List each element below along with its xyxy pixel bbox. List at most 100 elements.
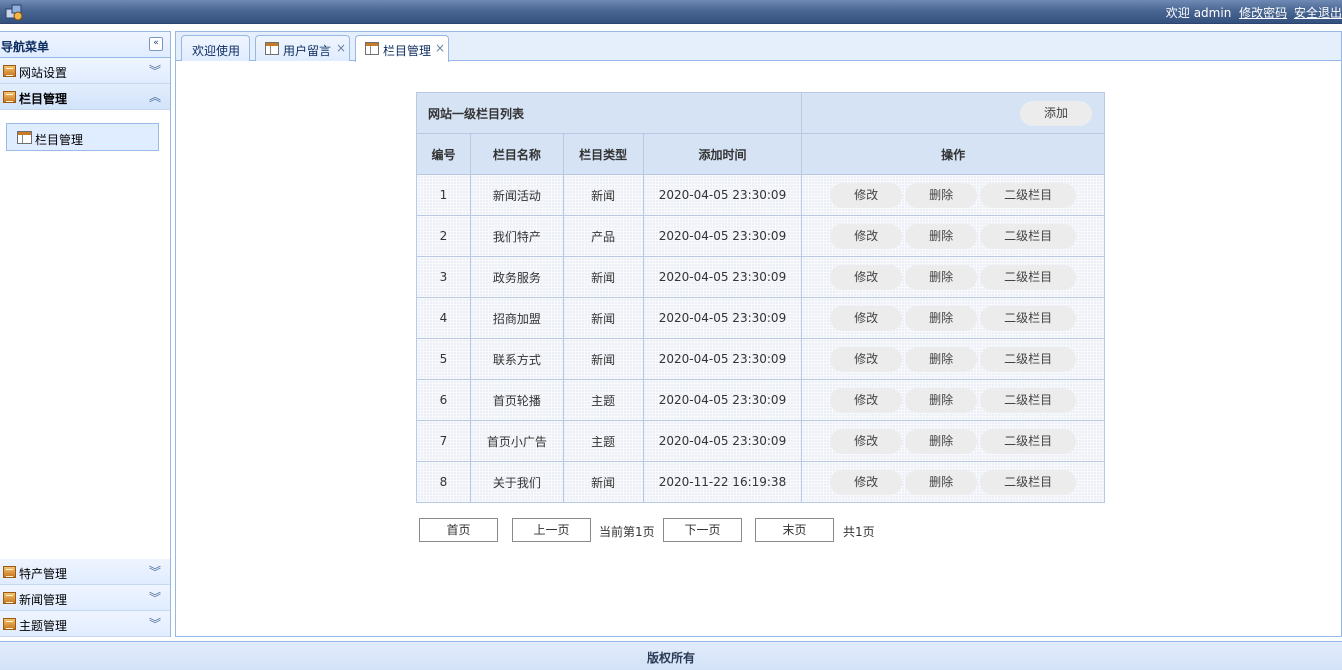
copyright-text: 版权所有 <box>646 651 695 665</box>
delete-button[interactable]: 删除 <box>905 223 978 249</box>
table-row: 4 招商加盟 新闻 2020-04-05 23:30:09 修改 删除 二级栏目 <box>416 297 1105 339</box>
cell-actions: 修改 删除 二级栏目 <box>801 338 1105 380</box>
cell-actions: 修改 删除 二级栏目 <box>801 297 1105 339</box>
cell-id: 1 <box>416 174 471 216</box>
welcome-text: 欢迎 <box>1165 6 1190 20</box>
delete-button[interactable]: 删除 <box>905 305 978 331</box>
sub-column-button[interactable]: 二级栏目 <box>980 346 1077 372</box>
delete-button[interactable]: 删除 <box>905 428 978 454</box>
tab-label: 用户留言 <box>283 44 332 58</box>
top-bar: 欢迎 admin 修改密码 安全退出 <box>0 0 1342 24</box>
cell-actions: 修改 删除 二级栏目 <box>801 215 1105 257</box>
col-header-name: 栏目名称 <box>469 133 564 175</box>
next-page-button[interactable]: 下一页 <box>663 518 742 542</box>
close-icon[interactable]: × <box>435 41 445 55</box>
edit-button[interactable]: 修改 <box>830 428 903 454</box>
table-row: 7 首页小广告 主题 2020-04-05 23:30:09 修改 删除 二级栏目 <box>416 420 1105 462</box>
tab-column-management[interactable]: 栏目管理 × <box>355 35 449 62</box>
sub-column-button[interactable]: 二级栏目 <box>980 305 1077 331</box>
sub-column-button[interactable]: 二级栏目 <box>980 387 1077 413</box>
cell-actions: 修改 删除 二级栏目 <box>801 174 1105 216</box>
nav-section-label: 栏目管理 <box>19 92 68 106</box>
nav-section-specialty-management[interactable]: 特产管理 ︾ <box>0 559 170 585</box>
table-row: 3 政务服务 新闻 2020-04-05 23:30:09 修改 删除 二级栏目 <box>416 256 1105 298</box>
close-icon[interactable]: × <box>336 41 346 55</box>
add-button[interactable]: 添加 <box>1020 100 1092 126</box>
cell-name: 我们特产 <box>469 215 564 257</box>
username: admin <box>1193 6 1232 20</box>
sub-column-button[interactable]: 二级栏目 <box>980 264 1077 290</box>
cell-time: 2020-04-05 23:30:09 <box>642 420 803 462</box>
sub-column-button[interactable]: 二级栏目 <box>980 469 1077 495</box>
table-row: 1 新闻活动 新闻 2020-04-05 23:30:09 修改 删除 二级栏目 <box>416 174 1105 216</box>
cell-type: 主题 <box>562 379 644 421</box>
sidebar-title: 导航菜单 <box>1 40 50 54</box>
nav-section-news-management[interactable]: 新闻管理 ︾ <box>0 585 170 611</box>
prev-page-button[interactable]: 上一页 <box>512 518 591 542</box>
folder-icon <box>3 65 16 77</box>
tab-bar: 欢迎使用 用户留言 × 栏目管理 × <box>176 32 1341 62</box>
edit-button[interactable]: 修改 <box>830 305 903 331</box>
tab-user-messages[interactable]: 用户留言 × <box>255 35 350 61</box>
sub-column-button[interactable]: 二级栏目 <box>980 428 1077 454</box>
delete-button[interactable]: 删除 <box>905 346 978 372</box>
last-page-button[interactable]: 末页 <box>755 518 834 542</box>
cell-time: 2020-04-05 23:30:09 <box>642 379 803 421</box>
cell-id: 8 <box>416 461 471 503</box>
current-page-text: 当前第1页 <box>599 525 655 539</box>
delete-button[interactable]: 删除 <box>905 264 978 290</box>
nav-section-column-management[interactable]: 栏目管理 ︽ <box>0 84 170 110</box>
cell-id: 7 <box>416 420 471 462</box>
expand-chevron-icon[interactable]: ︾ <box>149 62 161 79</box>
cell-type: 产品 <box>562 215 644 257</box>
col-header-actions: 操作 <box>801 133 1105 175</box>
delete-button[interactable]: 删除 <box>905 387 978 413</box>
cell-type: 新闻 <box>562 297 644 339</box>
table-row: 2 我们特产 产品 2020-04-05 23:30:09 修改 删除 二级栏目 <box>416 215 1105 257</box>
edit-button[interactable]: 修改 <box>830 469 903 495</box>
sub-column-button[interactable]: 二级栏目 <box>980 223 1077 249</box>
nav-section-label: 特产管理 <box>19 567 68 581</box>
table-body: 1 新闻活动 新闻 2020-04-05 23:30:09 修改 删除 二级栏目 2 我们特产产… <box>416 174 1105 503</box>
cell-type: 新闻 <box>562 338 644 380</box>
folder-icon <box>3 618 16 630</box>
sub-column-button[interactable]: 二级栏目 <box>980 182 1077 208</box>
expand-chevron-icon[interactable]: ︾ <box>149 563 161 580</box>
cell-id: 4 <box>416 297 471 339</box>
logout-link[interactable]: 安全退出 <box>1294 6 1342 20</box>
nav-section-website-settings[interactable]: 网站设置 ︾ <box>0 58 170 84</box>
sidebar-header: 导航菜单 « <box>0 32 170 58</box>
edit-button[interactable]: 修改 <box>830 346 903 372</box>
delete-button[interactable]: 删除 <box>905 469 978 495</box>
main-panel: 欢迎使用 用户留言 × 栏目管理 × 网站一级栏目列表 添加 编号 栏目名称 栏… <box>175 31 1342 637</box>
cell-name: 首页轮播 <box>469 379 564 421</box>
cell-actions: 修改 删除 二级栏目 <box>801 256 1105 298</box>
nav-section-label: 主题管理 <box>19 619 68 633</box>
change-password-link[interactable]: 修改密码 <box>1239 6 1287 20</box>
edit-button[interactable]: 修改 <box>830 387 903 413</box>
edit-button[interactable]: 修改 <box>830 264 903 290</box>
edit-button[interactable]: 修改 <box>830 223 903 249</box>
nav-item-column-management[interactable]: 栏目管理 <box>6 123 159 151</box>
column-list-table: 网站一级栏目列表 添加 编号 栏目名称 栏目类型 添加时间 操作 1 新闻活动 新闻… <box>415 92 1105 503</box>
expand-chevron-icon[interactable]: ︾ <box>149 589 161 606</box>
collapse-chevron-icon[interactable]: ︽ <box>149 88 161 105</box>
expand-chevron-icon[interactable]: ︾ <box>149 615 161 632</box>
table-header-row: 编号 栏目名称 栏目类型 添加时间 操作 <box>416 133 1105 175</box>
cell-name: 关于我们 <box>469 461 564 503</box>
delete-button[interactable]: 删除 <box>905 182 978 208</box>
table-toolbar: 添加 <box>801 92 1105 134</box>
table-icon <box>265 42 279 55</box>
cell-time: 2020-04-05 23:30:09 <box>642 297 803 339</box>
cell-id: 3 <box>416 256 471 298</box>
cell-time: 2020-04-05 23:30:09 <box>642 338 803 380</box>
collapse-sidebar-icon[interactable]: « <box>149 37 163 51</box>
table-caption-row: 网站一级栏目列表 添加 <box>415 92 1105 134</box>
table-icon <box>365 42 379 55</box>
tab-welcome[interactable]: 欢迎使用 <box>181 35 250 61</box>
edit-button[interactable]: 修改 <box>830 182 903 208</box>
cell-type: 新闻 <box>562 256 644 298</box>
nav-section-theme-management[interactable]: 主题管理 ︾ <box>0 611 170 637</box>
col-header-type: 栏目类型 <box>562 133 644 175</box>
first-page-button[interactable]: 首页 <box>419 518 498 542</box>
